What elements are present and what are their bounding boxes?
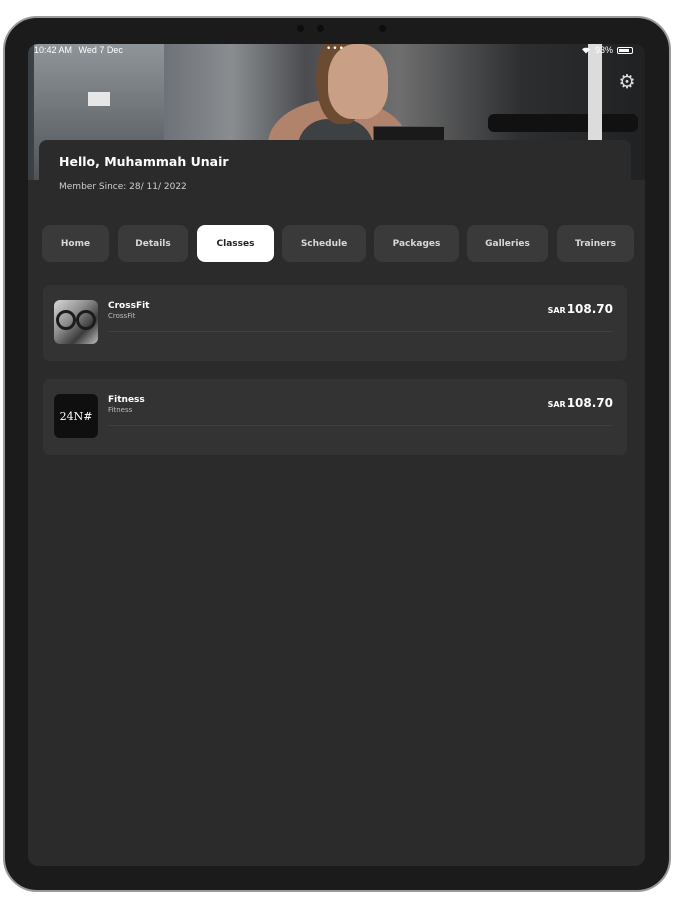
class-card-crossfit[interactable]: CrossFit CrossFit SAR 108.70 bbox=[43, 285, 627, 361]
greeting-title: Hello, Muhammah Unair bbox=[59, 154, 229, 169]
front-camera bbox=[317, 25, 324, 32]
battery-icon bbox=[617, 46, 633, 54]
multitask-dots-icon[interactable]: ••• bbox=[326, 44, 345, 54]
status-right: 93% bbox=[581, 45, 633, 55]
battery-percent: 93% bbox=[594, 45, 613, 55]
class-card-fitness[interactable]: 24N# Fitness Fitness SAR 108.70 bbox=[43, 379, 627, 455]
hero-person-head bbox=[328, 44, 388, 119]
wifi-icon bbox=[581, 47, 590, 54]
tab-packages[interactable]: Packages bbox=[374, 225, 459, 262]
status-clock: 10:42 AM bbox=[34, 45, 73, 55]
tab-classes[interactable]: Classes bbox=[197, 225, 274, 262]
tab-details[interactable]: Details bbox=[118, 225, 188, 262]
sensor-dot bbox=[297, 25, 304, 32]
class-name: Fitness bbox=[108, 395, 145, 405]
status-date: Wed 7 Dec bbox=[78, 45, 123, 55]
class-price: SAR 108.70 bbox=[548, 396, 613, 410]
class-category: CrossFit bbox=[108, 312, 136, 320]
price-amount: 108.70 bbox=[566, 396, 613, 410]
sensor-dot bbox=[379, 25, 386, 32]
hero-barbell bbox=[488, 114, 638, 132]
tab-galleries[interactable]: Galleries bbox=[467, 225, 548, 262]
class-name: CrossFit bbox=[108, 301, 150, 311]
gear-icon[interactable]: ⚙ bbox=[617, 72, 637, 92]
card-divider bbox=[108, 331, 613, 332]
fitness-logo-thumbnail: 24N# bbox=[54, 394, 98, 438]
tab-home[interactable]: Home bbox=[42, 225, 109, 262]
tab-trainers[interactable]: Trainers bbox=[557, 225, 634, 262]
price-currency: SAR bbox=[547, 400, 566, 409]
kettlebell-shape bbox=[56, 310, 76, 330]
price-amount: 108.70 bbox=[566, 302, 613, 316]
member-since: Member Since: 28/ 11/ 2022 bbox=[59, 182, 187, 192]
kettlebell-shape bbox=[76, 310, 96, 330]
app-screen: 10:42 AM Wed 7 Dec ••• 93% ⚙ Hello, Muha… bbox=[28, 44, 645, 866]
class-category: Fitness bbox=[108, 406, 133, 414]
price-currency: SAR bbox=[547, 306, 566, 315]
hero-sign bbox=[88, 92, 110, 106]
card-divider bbox=[108, 425, 613, 426]
tab-schedule[interactable]: Schedule bbox=[282, 225, 366, 262]
status-time: 10:42 AM Wed 7 Dec bbox=[34, 45, 123, 55]
crossfit-thumbnail bbox=[54, 300, 98, 344]
greeting-card: Hello, Muhammah Unair Member Since: 28/ … bbox=[39, 140, 631, 212]
class-price: SAR 108.70 bbox=[548, 302, 613, 316]
